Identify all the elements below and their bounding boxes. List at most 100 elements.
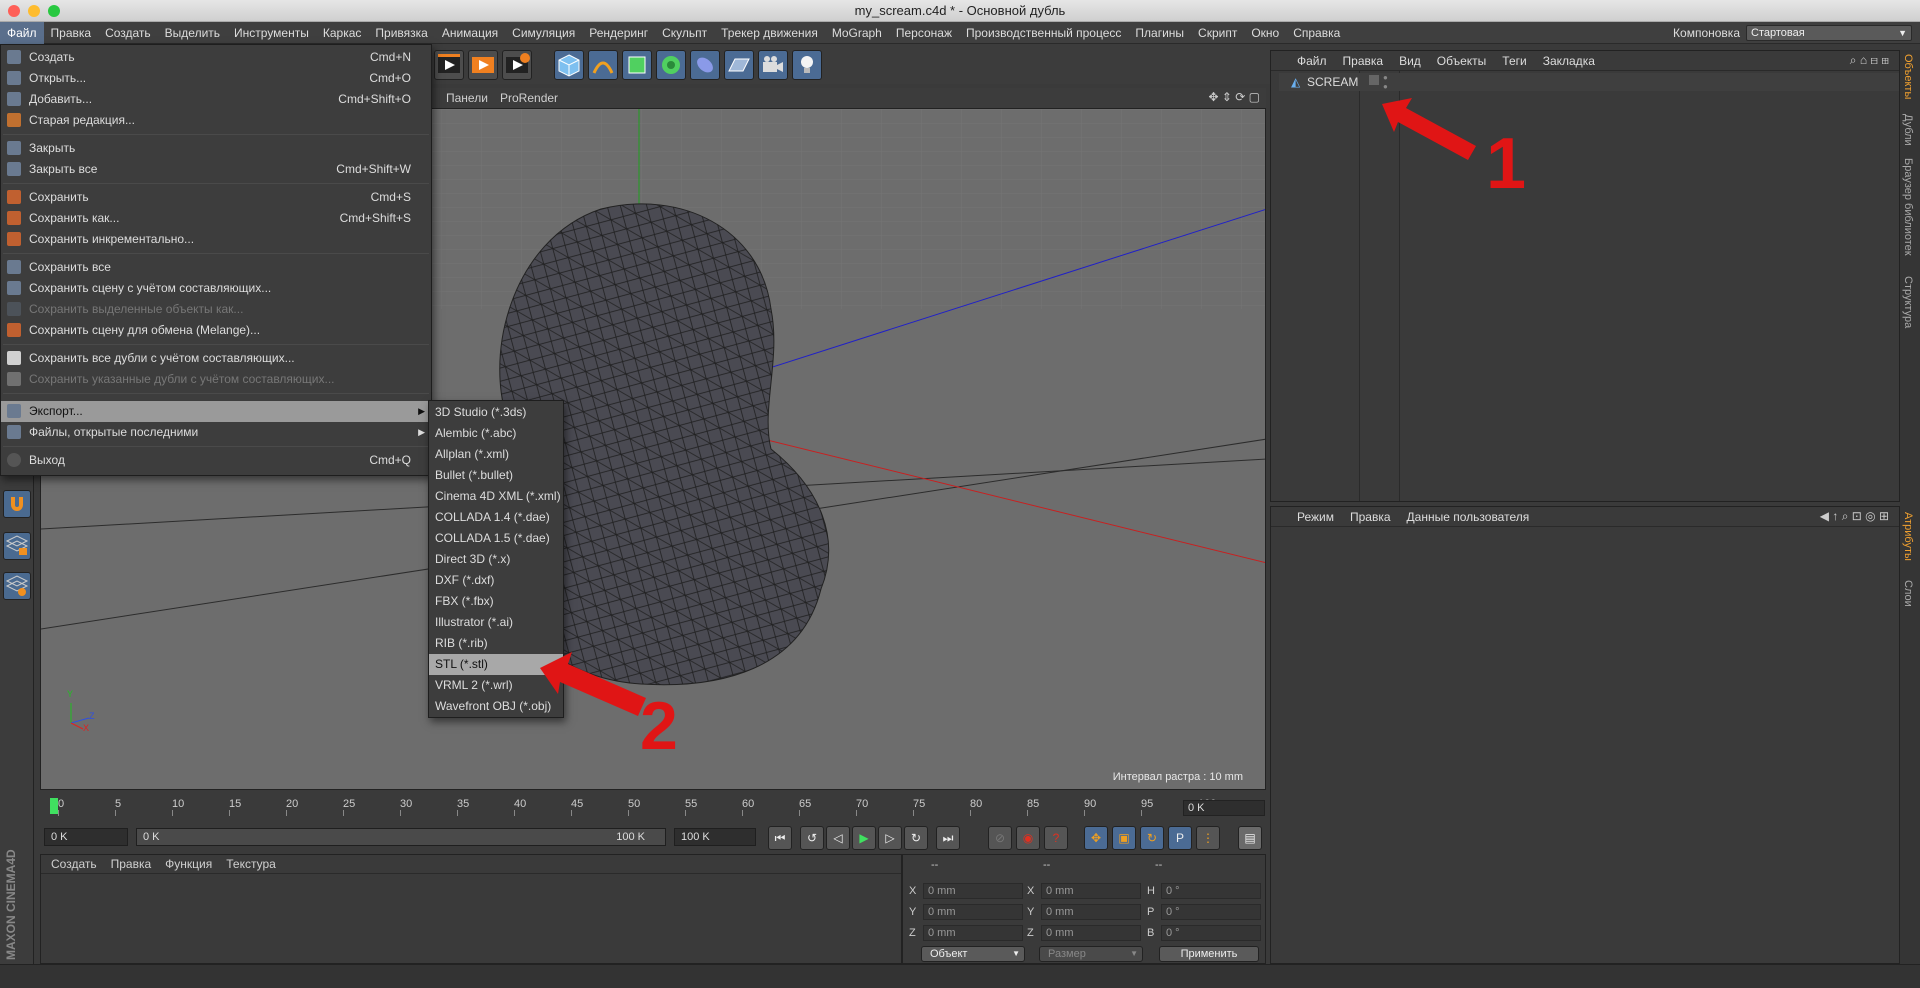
file-menu-close[interactable]: Закрыть <box>1 138 431 158</box>
export-fbx[interactable]: FBX (*.fbx) <box>429 591 563 612</box>
export-3ds[interactable]: 3D Studio (*.3ds) <box>429 402 563 423</box>
coord-y-field[interactable]: 0 mm <box>923 904 1023 920</box>
material-menu-texture[interactable]: Текстура <box>226 857 276 871</box>
menu-edit[interactable]: Правка <box>44 22 99 44</box>
file-menu-save-all-takes[interactable]: Сохранить все дубли с учётом составляющи… <box>1 348 431 368</box>
coord-x-field[interactable]: 0 mm <box>923 883 1023 899</box>
menu-pipeline[interactable]: Производственный процесс <box>959 22 1128 44</box>
menu-file[interactable]: Файл <box>0 21 44 44</box>
menu-plugins[interactable]: Плагины <box>1128 22 1191 44</box>
magnet-icon[interactable] <box>3 490 31 518</box>
menu-help[interactable]: Справка <box>1286 22 1347 44</box>
export-collada-14[interactable]: COLLADA 1.4 (*.dae) <box>429 507 563 528</box>
menu-snap[interactable]: Привязка <box>368 22 434 44</box>
rot-p-field[interactable]: 0 ° <box>1161 904 1261 920</box>
point-level-icon[interactable]: ⋮ <box>1196 826 1220 850</box>
record-help-icon[interactable]: ? <box>1044 826 1068 850</box>
frame-range-slider[interactable]: 0 K 100 K <box>136 828 666 846</box>
minimize-window-button[interactable] <box>28 5 40 17</box>
obj-menu-tags[interactable]: Теги <box>1502 54 1526 68</box>
object-row-scream[interactable]: ◭ SCREAM ● ● <box>1279 73 1899 91</box>
menu-mograph[interactable]: MoGraph <box>825 22 889 44</box>
attr-menu-edit[interactable]: Правка <box>1350 510 1391 524</box>
playhead-marker[interactable] <box>50 798 58 814</box>
size-z-field[interactable]: 0 mm <box>1041 925 1141 941</box>
light-icon[interactable] <box>792 50 822 80</box>
apply-button[interactable]: Применить <box>1159 946 1259 962</box>
obj-menu-bookmarks[interactable]: Закладка <box>1543 54 1595 68</box>
attribute-manager-tools-icon[interactable]: ◀ ↑ ⌕ ⊡ ◎ ⊞ <box>1820 509 1889 524</box>
autokey-icon[interactable]: ◉ <box>1016 826 1040 850</box>
layout-select[interactable]: Стартовая ▼ <box>1746 25 1912 41</box>
file-menu-revert[interactable]: Старая редакция... <box>1 110 431 130</box>
cube-icon[interactable] <box>554 50 584 80</box>
tab-objects[interactable]: Объекты <box>1902 54 1914 99</box>
menu-mesh[interactable]: Каркас <box>316 22 369 44</box>
file-menu-quit[interactable]: Выход Cmd+Q <box>1 450 431 470</box>
step-back-icon[interactable]: ◁ <box>826 826 850 850</box>
menu-tools[interactable]: Инструменты <box>227 22 316 44</box>
file-menu-save[interactable]: Сохранить Cmd+S <box>1 187 431 207</box>
rot-h-field[interactable]: 0 ° <box>1161 883 1261 899</box>
camera-icon[interactable] <box>758 50 788 80</box>
zoom-window-button[interactable] <box>48 5 60 17</box>
visibility-dots-icon[interactable]: ● ● <box>1383 73 1388 91</box>
export-collada-15[interactable]: COLLADA 1.5 (*.dae) <box>429 528 563 549</box>
menu-motion-tracker[interactable]: Трекер движения <box>714 22 825 44</box>
start-frame-field[interactable]: 0 K <box>44 828 128 846</box>
menu-script[interactable]: Скрипт <box>1191 22 1244 44</box>
render-view-icon[interactable] <box>434 50 464 80</box>
loop-back-icon[interactable]: ↺ <box>800 826 824 850</box>
material-menu-edit[interactable]: Правка <box>111 857 152 871</box>
obj-menu-file[interactable]: Файл <box>1297 54 1327 68</box>
export-allplan[interactable]: Allplan (*.xml) <box>429 444 563 465</box>
file-menu-merge[interactable]: Добавить... Cmd+Shift+O <box>1 89 431 109</box>
loop-forward-icon[interactable]: ↻ <box>904 826 928 850</box>
size-x-field[interactable]: 0 mm <box>1041 883 1141 899</box>
move-keys-icon[interactable]: ✥ <box>1084 826 1108 850</box>
close-window-button[interactable] <box>8 5 20 17</box>
size-y-field[interactable]: 0 mm <box>1041 904 1141 920</box>
file-menu-new[interactable]: Создать Cmd+N <box>1 47 431 67</box>
file-menu-save-melange[interactable]: Сохранить сцену для обмена (Melange)... <box>1 320 431 340</box>
pen-spline-icon[interactable] <box>588 50 618 80</box>
rotate-keys-icon[interactable]: ↻ <box>1140 826 1164 850</box>
timeline-current-frame-field[interactable] <box>1183 800 1265 816</box>
export-dxf[interactable]: DXF (*.dxf) <box>429 570 563 591</box>
tab-attributes[interactable]: Атрибуты <box>1902 512 1914 561</box>
tab-layers[interactable]: Слои <box>1902 580 1914 607</box>
menu-character[interactable]: Персонаж <box>889 22 959 44</box>
floor-icon[interactable] <box>724 50 754 80</box>
file-menu-close-all[interactable]: Закрыть все Cmd+Shift+W <box>1 159 431 179</box>
deformer-icon[interactable] <box>690 50 720 80</box>
param-keys-icon[interactable]: P <box>1168 826 1192 850</box>
obj-menu-edit[interactable]: Правка <box>1343 54 1384 68</box>
grid-lock-icon[interactable] <box>3 532 31 560</box>
coord-size-select[interactable]: Размер ▼ <box>1039 946 1143 962</box>
render-picture-viewer-icon[interactable] <box>468 50 498 80</box>
go-to-end-icon[interactable]: ⏭ <box>936 826 960 850</box>
viewport-menu-panels[interactable]: Панели <box>446 91 488 105</box>
export-bullet[interactable]: Bullet (*.bullet) <box>429 465 563 486</box>
cloner-icon[interactable] <box>656 50 686 80</box>
menu-select[interactable]: Выделить <box>158 22 227 44</box>
menu-window[interactable]: Окно <box>1244 22 1286 44</box>
scale-keys-icon[interactable]: ▣ <box>1112 826 1136 850</box>
coord-z-field[interactable]: 0 mm <box>923 925 1023 941</box>
menu-animate[interactable]: Анимация <box>435 22 505 44</box>
viewport-navigation-icon[interactable]: ✥ ⇕ ⟳ ▢ <box>1208 90 1260 104</box>
file-menu-save-incremental[interactable]: Сохранить инкрементально... <box>1 229 431 249</box>
tab-structure[interactable]: Структура <box>1902 276 1914 328</box>
render-settings-icon[interactable] <box>502 50 532 80</box>
material-menu-create[interactable]: Создать <box>51 857 97 871</box>
step-forward-icon[interactable]: ▷ <box>878 826 902 850</box>
file-menu-save-project-assets[interactable]: Сохранить сцену с учётом составляющих... <box>1 278 431 298</box>
obj-menu-objects[interactable]: Объекты <box>1437 54 1487 68</box>
viewport-menu-prorender[interactable]: ProRender <box>500 91 558 105</box>
export-alembic[interactable]: Alembic (*.abc) <box>429 423 563 444</box>
menu-render[interactable]: Рендеринг <box>582 22 655 44</box>
menu-simulate[interactable]: Симуляция <box>505 22 582 44</box>
file-menu-save-as[interactable]: Сохранить как... Cmd+Shift+S <box>1 208 431 228</box>
tab-takes[interactable]: Дубли <box>1902 114 1914 146</box>
keyframe-disabled-icon[interactable]: ⊘ <box>988 826 1012 850</box>
